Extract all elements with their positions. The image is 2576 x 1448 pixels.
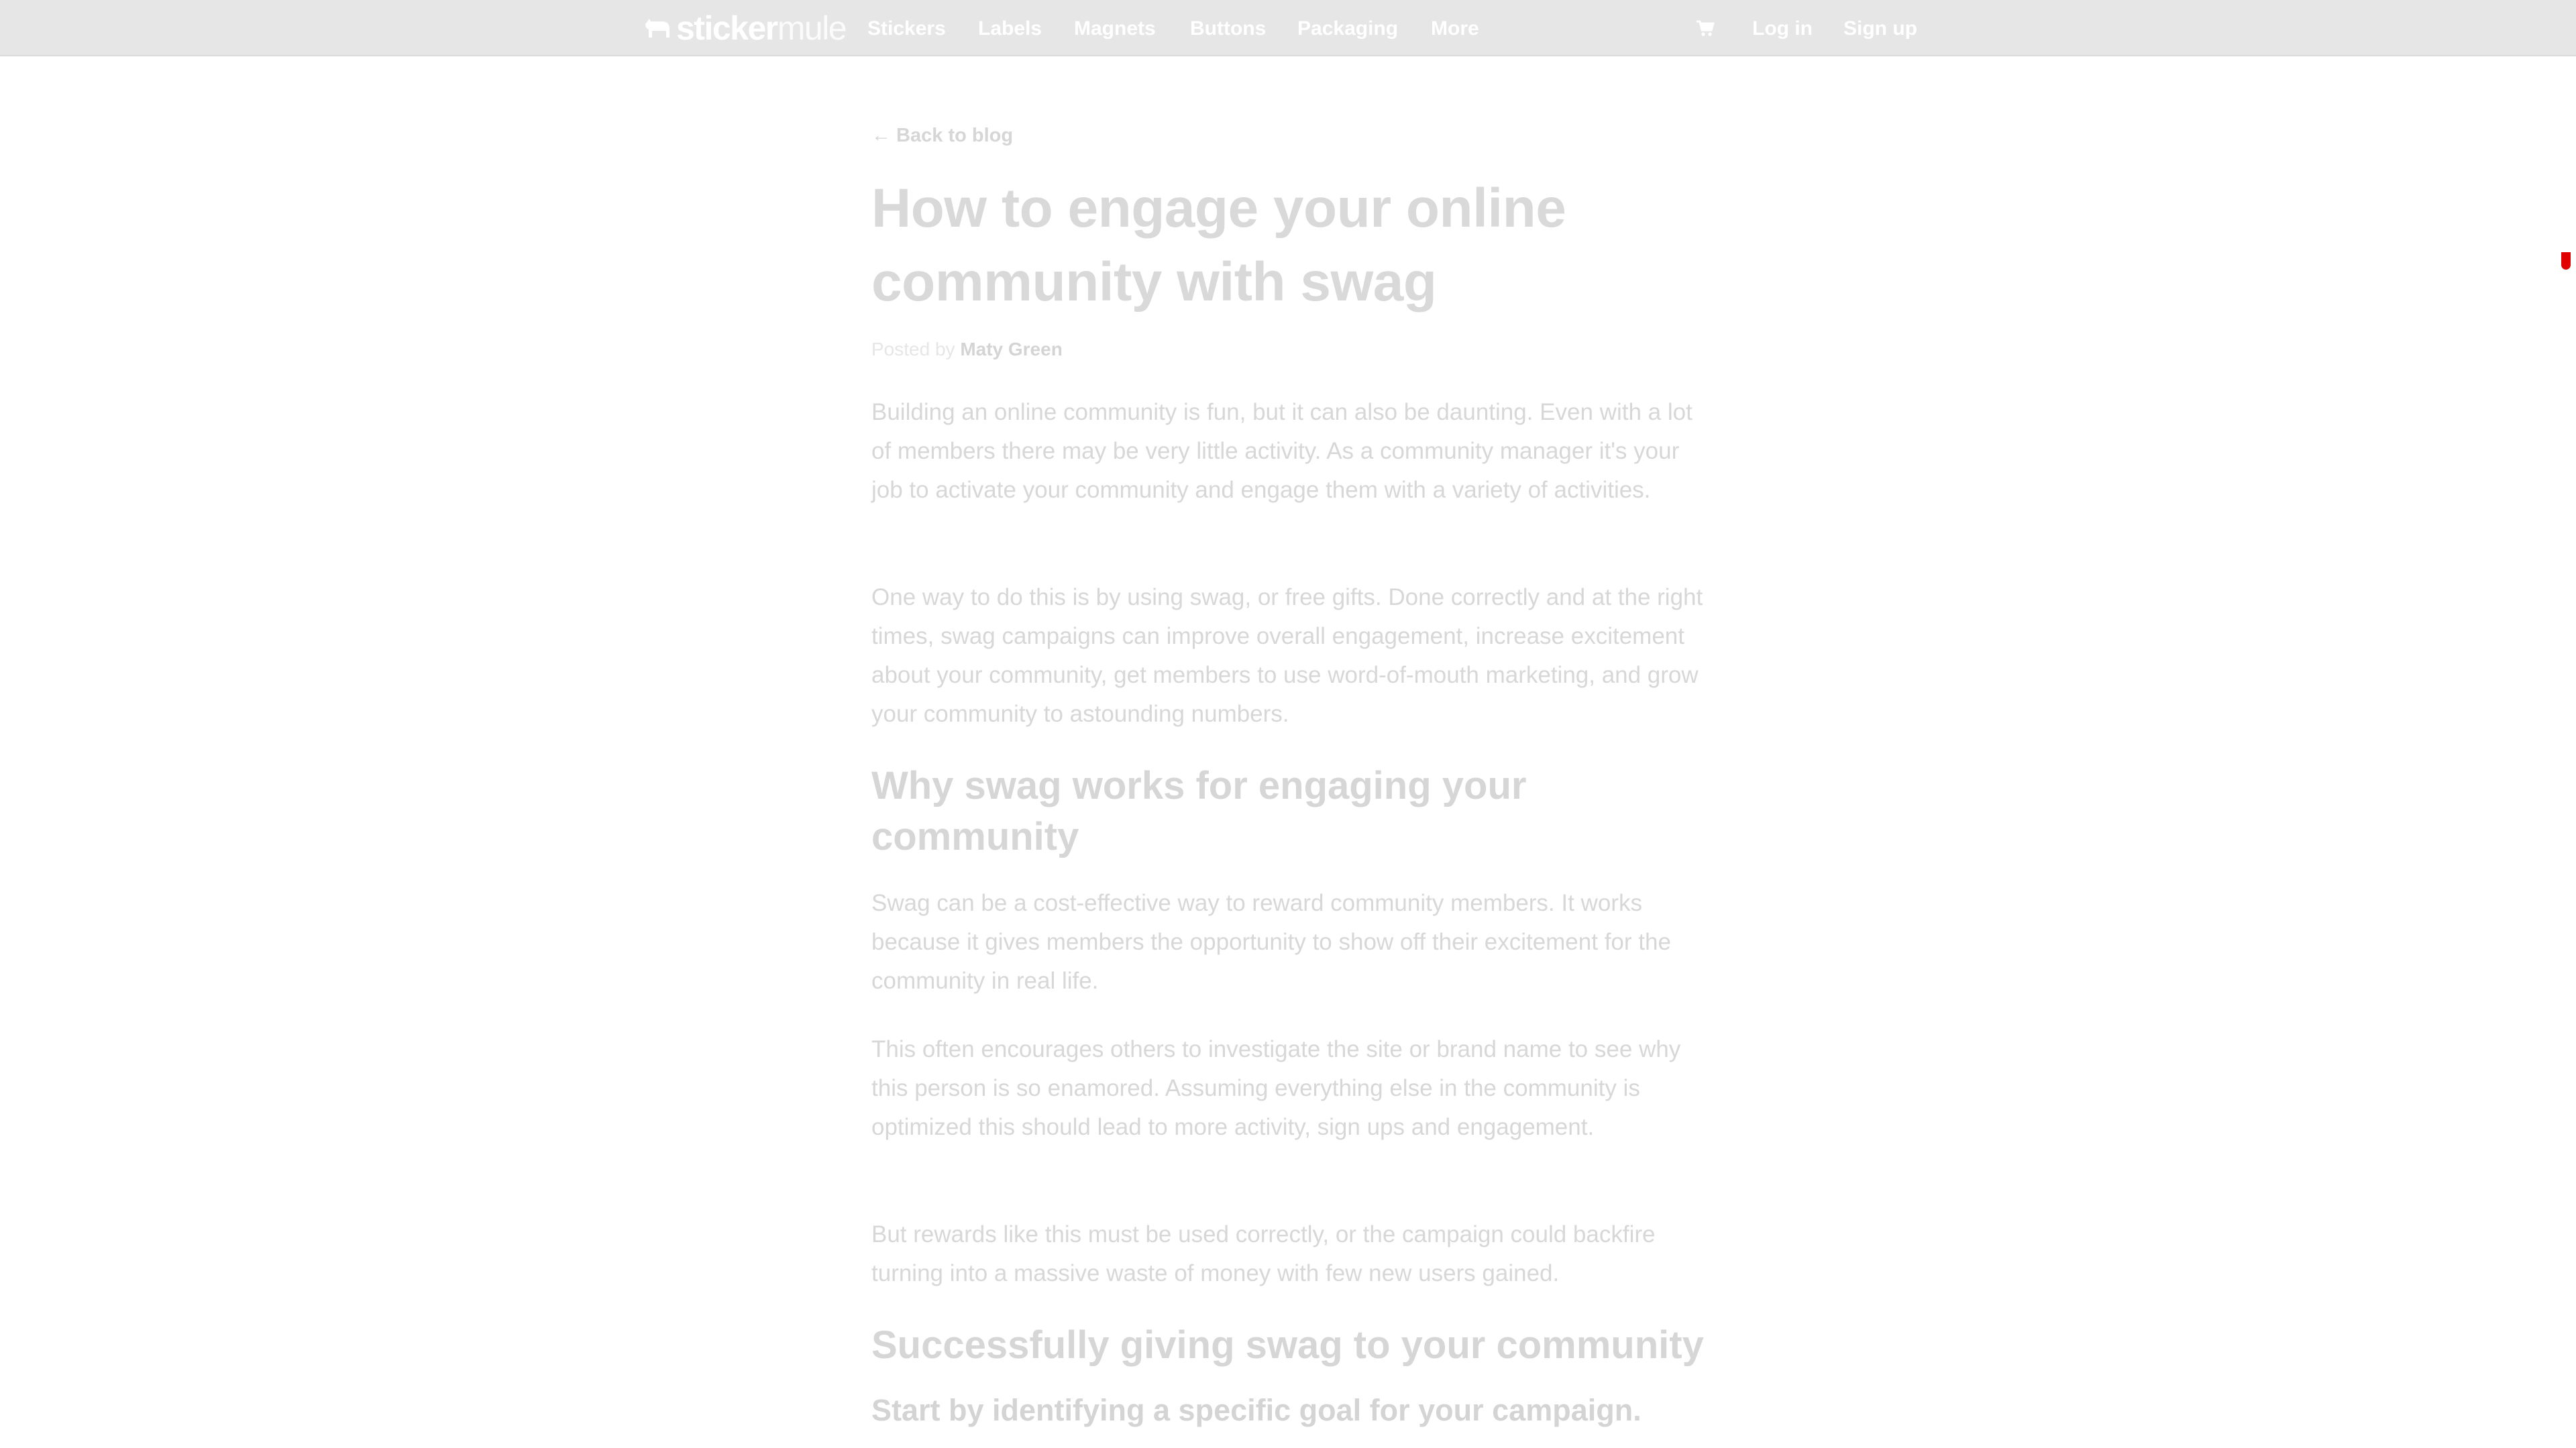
nav-link-more[interactable]: More — [1431, 16, 1479, 42]
subheading-identify-goal: Start by identifying a specific goal for… — [871, 1393, 1642, 1427]
back-to-blog-link[interactable]: ← Back to blog — [871, 123, 1013, 148]
paragraph-rewards-correctly: But rewards like this must be used corre… — [871, 1221, 1656, 1286]
sticker-mule-logo[interactable]: stickermule — [643, 9, 847, 47]
paragraph-encourages: This often encourages others to investig… — [871, 1036, 1681, 1140]
nav-link-stickers[interactable]: Stickers — [867, 16, 946, 42]
login-link[interactable]: Log in — [1752, 16, 1813, 42]
logo-text-light: mule — [777, 9, 847, 47]
paragraph-cost-effective: Swag can be a cost-effective way to rewa… — [871, 890, 1671, 994]
scroll-indicator[interactable] — [2561, 252, 2571, 270]
shopping-cart-icon[interactable] — [1696, 19, 1715, 38]
mule-logo-icon — [645, 19, 669, 38]
logo-text-bold: sticker — [676, 9, 778, 47]
nav-link-packaging[interactable]: Packaging — [1297, 16, 1398, 42]
byline-prefix: Posted by — [871, 339, 955, 359]
top-navigation-bar: stickermule Stickers Labels Magnets Butt… — [0, 0, 2576, 56]
author-link[interactable]: Maty Green — [960, 339, 1063, 359]
article-byline: Posted by Maty Green — [871, 338, 1063, 361]
heading-successfully-giving-swag: Successfully giving swag to your communi… — [871, 1323, 1704, 1367]
heading-why-swag-works: Why swag works for engaging your communi… — [871, 764, 1527, 858]
paragraph-intro: Building an online community is fun, but… — [871, 399, 1693, 503]
nav-link-buttons[interactable]: Buttons — [1190, 16, 1266, 42]
page: stickermule Stickers Labels Magnets Butt… — [0, 0, 2576, 1448]
paragraph-swag-way: One way to do this is by using swag, or … — [871, 584, 1703, 727]
nav-link-magnets[interactable]: Magnets — [1074, 16, 1156, 42]
nav-link-labels[interactable]: Labels — [978, 16, 1042, 42]
article-title: How to engage your online community with… — [871, 178, 1566, 313]
signup-link[interactable]: Sign up — [1843, 16, 1917, 42]
